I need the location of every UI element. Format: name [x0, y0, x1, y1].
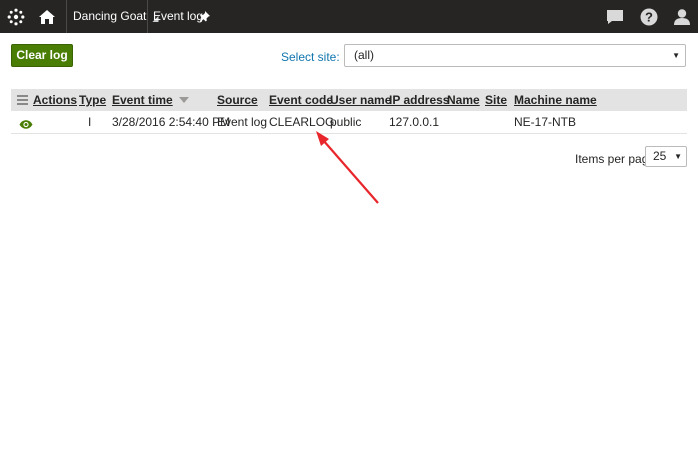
cell-type: I	[88, 115, 92, 129]
site-select[interactable]: (all) ▼	[344, 44, 686, 67]
cell-source: Event log	[217, 115, 268, 129]
items-per-page-label: Items per page	[575, 152, 656, 166]
top-bar: Dancing Goat ◢ Event log ?	[0, 0, 698, 33]
chat-icon[interactable]	[603, 0, 627, 33]
home-icon[interactable]	[31, 0, 62, 33]
help-icon[interactable]: ?	[637, 0, 661, 33]
column-header-actions[interactable]: Actions	[33, 89, 77, 111]
column-header-event-time[interactable]: Event time	[112, 89, 173, 111]
column-header-type[interactable]: Type	[79, 89, 106, 111]
annotation-arrow	[316, 131, 379, 204]
column-header-user-name[interactable]: User name	[330, 89, 391, 111]
column-header-ip-address[interactable]: IP address	[389, 89, 449, 111]
column-menu-icon[interactable]	[17, 95, 28, 105]
cell-event-time: 3/28/2016 2:54:40 PM	[112, 115, 231, 129]
table-row: I 3/28/2016 2:54:40 PM Event log CLEARLO…	[11, 111, 687, 134]
items-per-page-select[interactable]: 25 ▼	[645, 146, 687, 167]
items-per-page-value: 25	[653, 149, 667, 163]
clear-log-button[interactable]: Clear log	[11, 44, 73, 67]
app-name-label: Event log	[153, 9, 204, 23]
column-header-source[interactable]: Source	[217, 89, 258, 111]
sort-descending-icon	[179, 97, 189, 103]
column-header-event-code[interactable]: Event code	[269, 89, 333, 111]
dropdown-arrow-icon: ▼	[674, 152, 682, 161]
cell-event-code: CLEARLOG	[269, 115, 335, 129]
svg-text:?: ?	[645, 9, 653, 24]
column-header-site[interactable]: Site	[485, 89, 507, 111]
grid-header: Actions Type Event time Source Event cod…	[11, 89, 687, 111]
select-site-label: Select site:	[281, 50, 340, 64]
cell-user-name: public	[330, 115, 362, 129]
site-select-value: (all)	[354, 48, 374, 62]
column-header-machine-name[interactable]: Machine name	[514, 89, 597, 111]
pin-icon[interactable]	[197, 0, 211, 33]
view-eye-icon[interactable]	[19, 118, 33, 132]
site-name: Dancing Goat	[73, 9, 147, 23]
separator	[147, 0, 148, 33]
separator	[66, 0, 67, 33]
column-header-name[interactable]: Name	[447, 89, 480, 111]
cell-machine-name: NE-17-NTB	[514, 115, 577, 129]
app-name[interactable]: Event log	[153, 0, 203, 33]
kentico-logo-icon[interactable]	[0, 0, 31, 33]
cell-ip-address: 127.0.0.1	[389, 115, 440, 129]
site-selector[interactable]: Dancing Goat ◢	[73, 0, 159, 33]
dropdown-arrow-icon: ▼	[672, 51, 680, 60]
user-icon[interactable]	[670, 0, 694, 33]
